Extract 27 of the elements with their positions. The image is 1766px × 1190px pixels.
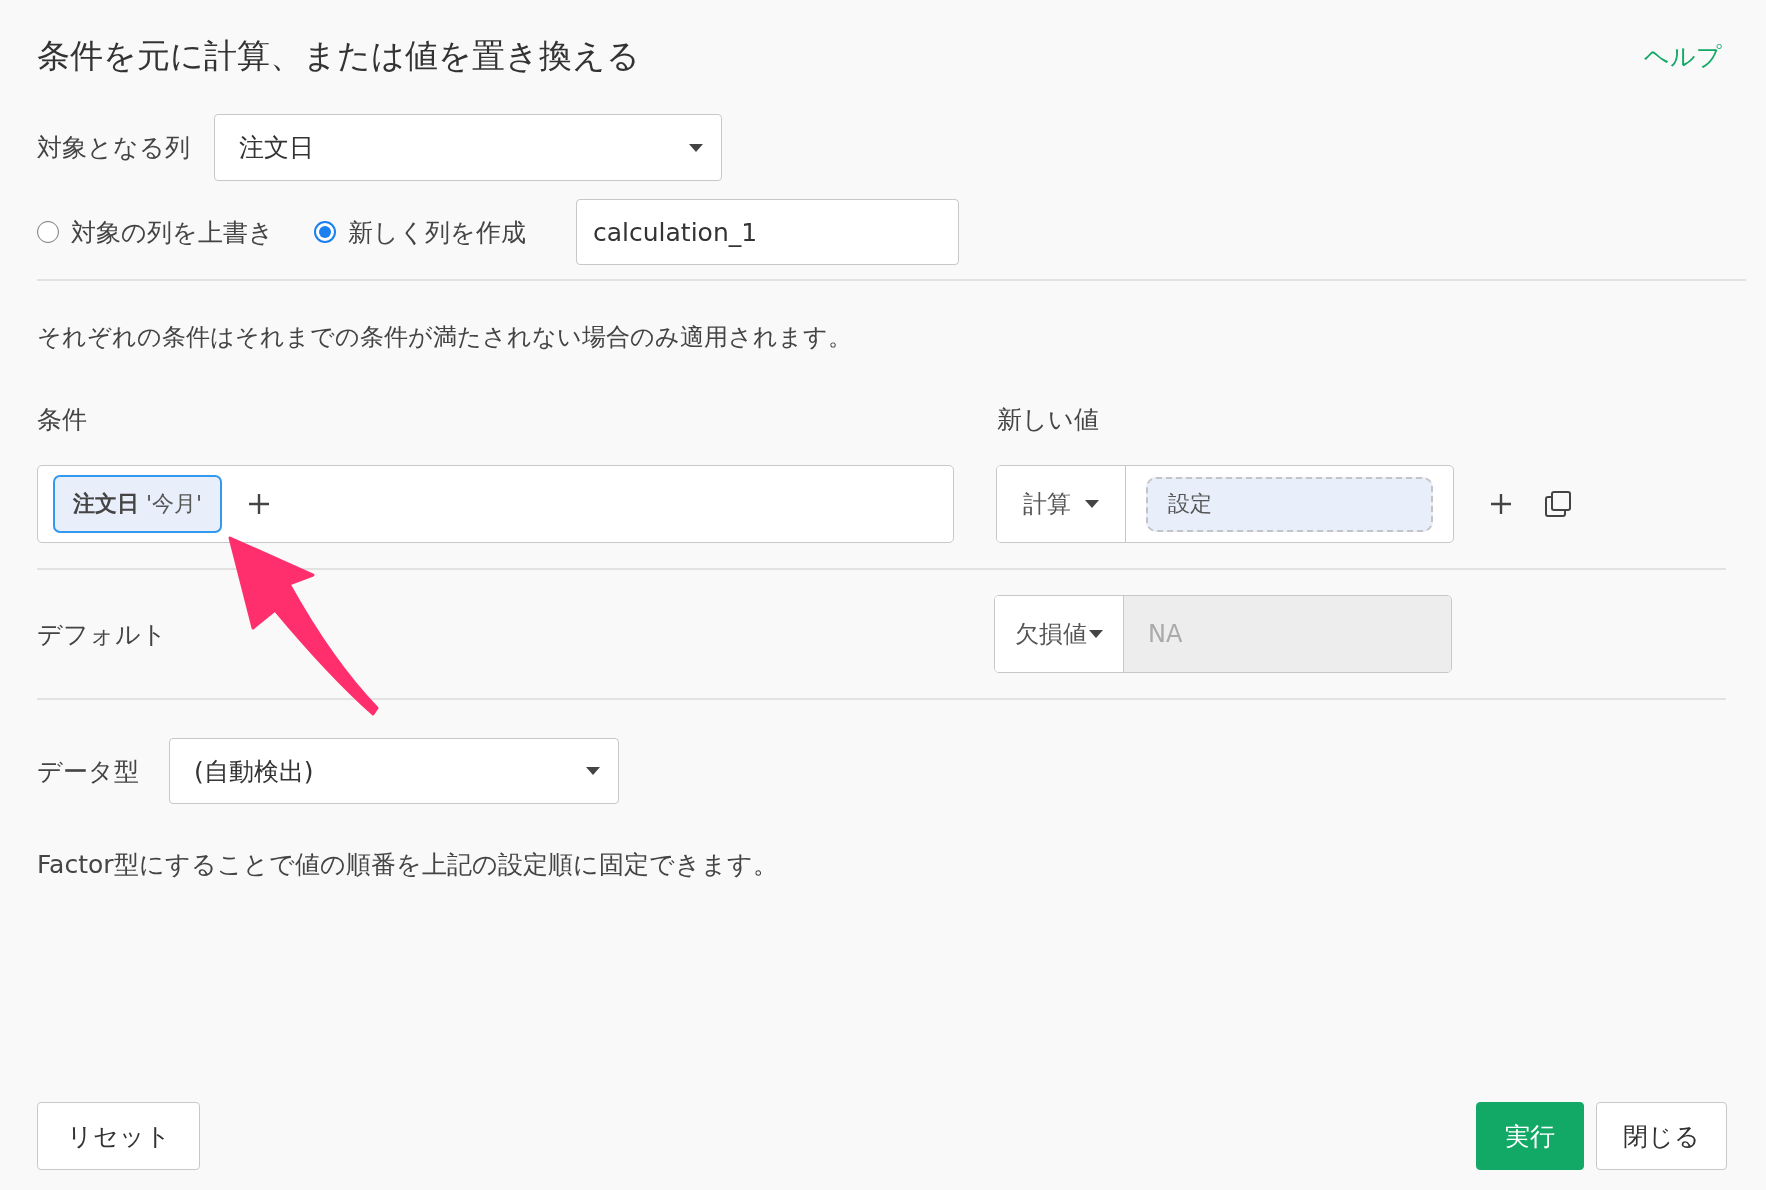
info-text: それぞれの条件はそれまでの条件が満たされない場合のみ適用されます。 xyxy=(37,322,853,353)
caret-icon xyxy=(1089,630,1103,638)
field-label: デフォルト xyxy=(37,618,168,651)
action-button[interactable]: リセット xyxy=(37,1102,200,1170)
caret-icon xyxy=(586,767,600,775)
radio-option[interactable]: 対象の列を上書き xyxy=(37,215,274,249)
default-type-select[interactable]: 欠損値 xyxy=(995,596,1124,672)
action-button[interactable]: 閉じる xyxy=(1596,1102,1727,1170)
radio-option[interactable]: 新しく列を作成 xyxy=(314,215,526,249)
set-button[interactable]: 設定 xyxy=(1146,476,1433,532)
section-heading: 条件 xyxy=(37,404,88,436)
caret-icon xyxy=(1085,500,1099,508)
condition-tag[interactable]: 注文日 '今月' xyxy=(53,475,223,533)
section-heading: 新しい値 xyxy=(997,404,1099,436)
column-name-input[interactable]: calculation_1 xyxy=(576,199,959,265)
add-icon[interactable] xyxy=(248,493,271,515)
field-label: データ型 xyxy=(37,755,139,788)
info-text: Factor型にすることで値の順番を上記の設定順に固定できます。 xyxy=(37,849,779,881)
dialog-title: 条件を元に計算、または値を置き換える xyxy=(37,34,640,77)
add-icon[interactable] xyxy=(1490,493,1512,515)
value-type-select[interactable]: 計算 xyxy=(997,466,1126,542)
copy-icon[interactable] xyxy=(1544,490,1572,518)
caret-icon xyxy=(689,143,703,152)
data-type-select[interactable]: (自動検出) xyxy=(169,738,619,804)
column-select[interactable]: 注文日 xyxy=(214,114,722,181)
condition-field[interactable]: 注文日 '今月' xyxy=(37,465,954,543)
field-label: 対象となる列 xyxy=(37,132,190,164)
